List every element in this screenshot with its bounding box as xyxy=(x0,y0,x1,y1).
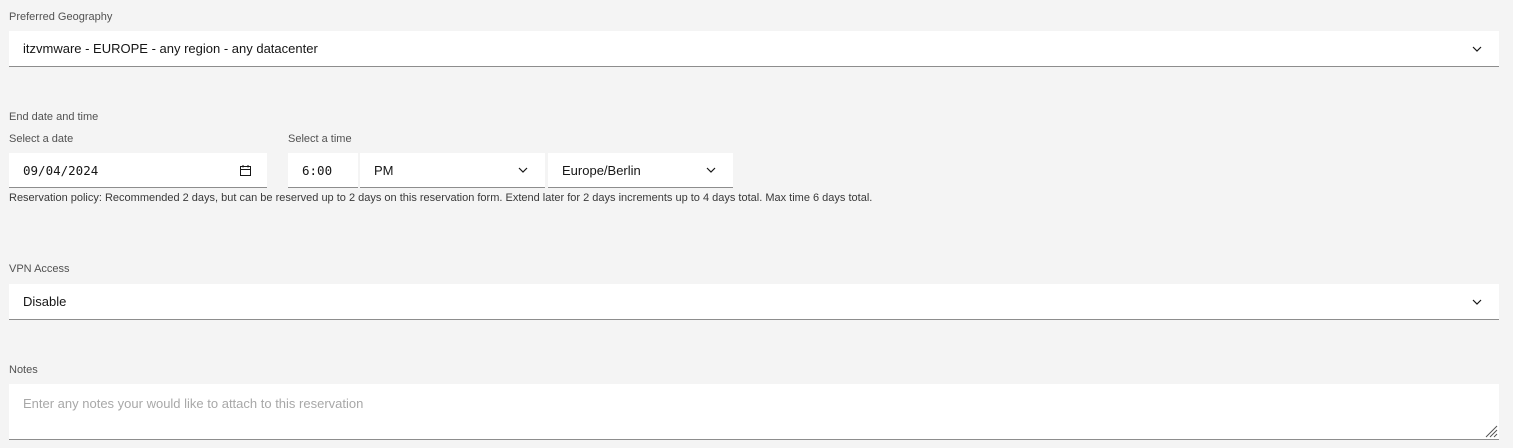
vpn-label: VPN Access xyxy=(9,263,70,275)
chevron-down-icon xyxy=(705,164,717,176)
resize-handle-icon[interactable] xyxy=(1484,424,1498,438)
reservation-form: Preferred Geography itzvmware - EUROPE -… xyxy=(0,0,1513,448)
chevron-down-icon xyxy=(1471,43,1483,55)
date-label: Select a date xyxy=(9,133,74,145)
calendar-icon[interactable] xyxy=(239,164,252,177)
vpn-select[interactable]: Disable xyxy=(9,284,1499,320)
ampm-select[interactable]: PM xyxy=(360,153,545,188)
geography-label: Preferred Geography xyxy=(9,11,113,23)
notes-label: Notes xyxy=(9,364,38,376)
geography-select[interactable]: itzvmware - EUROPE - any region - any da… xyxy=(9,31,1499,67)
notes-placeholder: Enter any notes your would like to attac… xyxy=(23,396,364,411)
reservation-policy-text: Reservation policy: Recommended 2 days, … xyxy=(9,192,873,204)
chevron-down-icon xyxy=(517,164,529,176)
time-input[interactable]: 6:00 xyxy=(288,153,358,188)
time-value: 6:00 xyxy=(302,162,333,178)
ampm-value: PM xyxy=(374,162,394,178)
end-date-time-label: End date and time xyxy=(9,111,99,123)
chevron-down-icon xyxy=(1471,296,1483,308)
timezone-select[interactable]: Europe/Berlin xyxy=(548,153,733,188)
date-picker-input[interactable]: 09/04/2024 xyxy=(9,153,267,188)
geography-value: itzvmware - EUROPE - any region - any da… xyxy=(23,41,318,56)
time-label: Select a time xyxy=(288,133,352,145)
timezone-value: Europe/Berlin xyxy=(562,162,641,178)
date-value: 09/04/2024 xyxy=(23,162,99,178)
vpn-value: Disable xyxy=(23,294,67,309)
notes-textarea[interactable]: Enter any notes your would like to attac… xyxy=(9,384,1499,440)
